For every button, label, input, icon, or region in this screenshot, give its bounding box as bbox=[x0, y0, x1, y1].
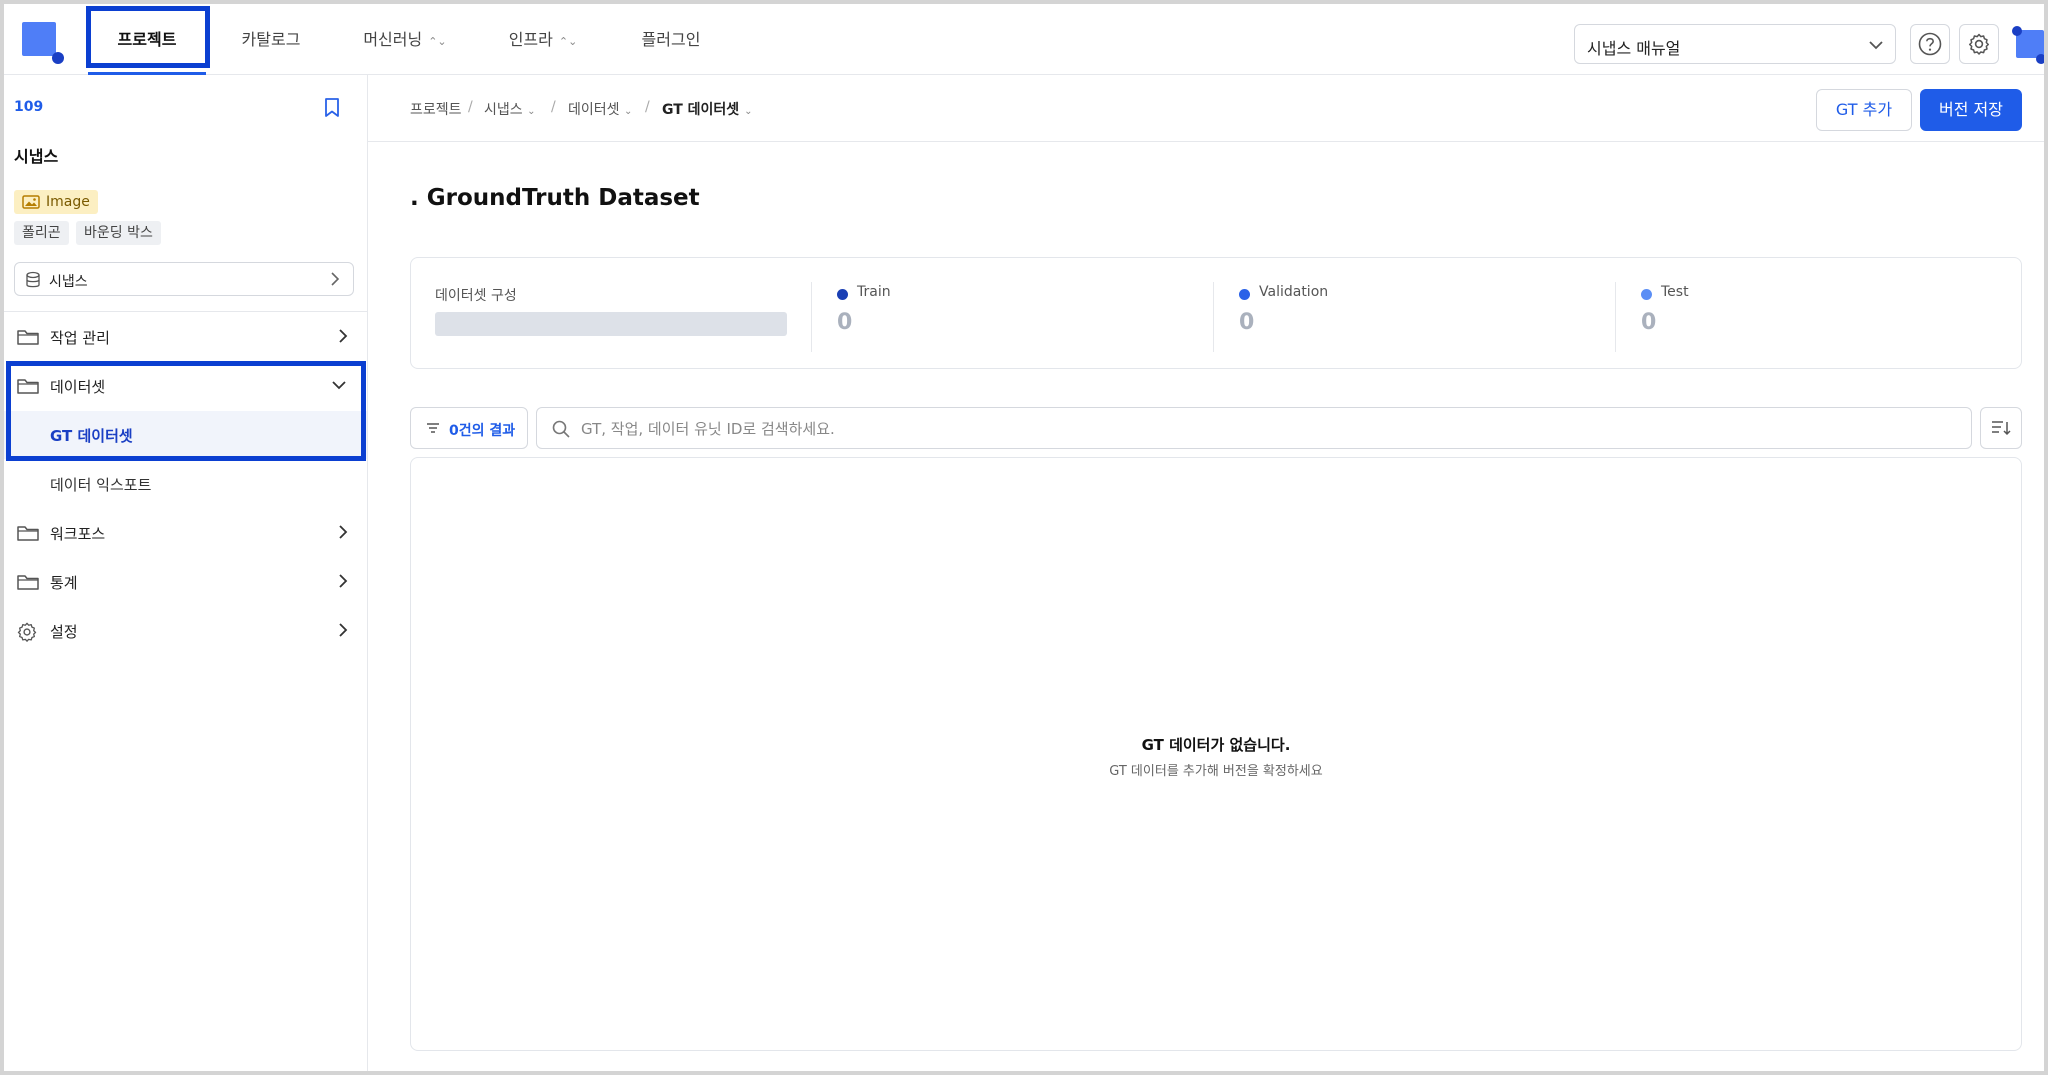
avatar[interactable] bbox=[2012, 26, 2044, 64]
sidebar-item-task-management[interactable]: 작업 관리 bbox=[4, 313, 367, 361]
validation-dot bbox=[1239, 289, 1250, 300]
sidebar-item-dataset[interactable]: 데이터셋 bbox=[4, 362, 367, 410]
tab-catalog[interactable]: 카탈로그 bbox=[226, 4, 316, 75]
folder-icon bbox=[16, 523, 40, 547]
train-dot bbox=[837, 289, 848, 300]
database-icon bbox=[25, 271, 41, 293]
tag-bounding-box: 바운딩 박스 bbox=[76, 221, 161, 245]
breadcrumb-project[interactable]: 프로젝트 bbox=[410, 99, 462, 119]
chevron-down-icon: ⌄ bbox=[623, 106, 633, 117]
test-value: 0 bbox=[1641, 310, 1657, 335]
chevron-right-icon bbox=[337, 570, 349, 597]
sidebar-subitem-data-export[interactable]: 데이터 익스포트 bbox=[4, 460, 367, 508]
add-gt-button[interactable]: GT 추가 bbox=[1816, 89, 1912, 131]
validation-label: Validation bbox=[1259, 284, 1329, 300]
search-input[interactable] bbox=[581, 416, 1941, 442]
dataset-stats-card: 데이터셋 구성 Train 0 Validation 0 Test 0 bbox=[410, 257, 2022, 369]
bookmark-icon[interactable] bbox=[322, 97, 342, 123]
project-name: 시냅스 bbox=[14, 147, 59, 166]
chevron-updown-icon: ⌃⌄ bbox=[428, 35, 447, 48]
image-icon bbox=[22, 195, 40, 209]
chevron-right-icon bbox=[337, 521, 349, 548]
breadcrumb-dataset[interactable]: 데이터셋 ⌄ bbox=[568, 99, 632, 119]
chevron-right-icon bbox=[337, 619, 349, 646]
sidebar-item-settings[interactable]: 설정 bbox=[4, 607, 367, 655]
help-button[interactable] bbox=[1910, 24, 1950, 64]
train-label: Train bbox=[857, 284, 891, 300]
page-title: . GroundTruth Dataset bbox=[410, 185, 700, 211]
breadcrumb: 프로젝트 / 시냅스 ⌄ / 데이터셋 ⌄ / GT 데이터셋 ⌄ GT 추가 … bbox=[368, 75, 2044, 142]
train-value: 0 bbox=[837, 310, 853, 335]
filter-icon bbox=[425, 420, 441, 440]
chevron-down-icon: ⌄ bbox=[744, 106, 753, 117]
top-navigation: 프로젝트 카탈로그 머신러닝 ⌃⌄ 인프라 ⌃⌄ 플러그인 시냅스 매뉴얼 bbox=[4, 4, 2044, 75]
data-type-badge: Image bbox=[14, 190, 98, 214]
sort-button[interactable] bbox=[1980, 407, 2022, 449]
tab-plugin[interactable]: 플러그인 bbox=[626, 4, 716, 75]
tab-machine-learning[interactable]: 머신러닝 ⌃⌄ bbox=[350, 4, 460, 75]
help-icon bbox=[1918, 32, 1942, 56]
empty-state-subtitle: GT 데이터를 추가해 버전을 확정하세요 bbox=[1109, 764, 1323, 779]
save-version-button[interactable]: 버전 저장 bbox=[1920, 89, 2022, 131]
app-window: 프로젝트 카탈로그 머신러닝 ⌃⌄ 인프라 ⌃⌄ 플러그인 시냅스 매뉴얼 10… bbox=[0, 0, 2048, 1075]
validation-value: 0 bbox=[1239, 310, 1255, 335]
chevron-down-icon bbox=[1867, 31, 1885, 64]
chevron-right-icon bbox=[329, 269, 341, 293]
search-field[interactable] bbox=[536, 407, 1972, 449]
tag-polygon: 폴리곤 bbox=[14, 221, 69, 245]
sidebar: 109 시냅스 Image 폴리곤 바운딩 박스 시냅스 작업 관리 데이터셋 … bbox=[4, 75, 368, 1071]
chevron-down-icon bbox=[329, 374, 349, 401]
chevron-right-icon bbox=[337, 325, 349, 352]
composition-bar bbox=[435, 312, 787, 336]
chevron-down-icon: ⌄ bbox=[527, 106, 536, 117]
filter-button[interactable]: 0건의 결과 bbox=[410, 407, 528, 449]
test-label: Test bbox=[1661, 284, 1689, 300]
composition-label: 데이터셋 구성 bbox=[435, 288, 517, 304]
sidebar-item-workforce[interactable]: 워크포스 bbox=[4, 509, 367, 557]
divider bbox=[4, 311, 367, 312]
test-dot bbox=[1641, 289, 1652, 300]
gear-icon bbox=[16, 621, 38, 647]
tab-infra[interactable]: 인프라 ⌃⌄ bbox=[498, 4, 588, 75]
sidebar-item-statistics[interactable]: 통계 bbox=[4, 558, 367, 606]
gear-icon bbox=[1968, 33, 1990, 55]
manual-select[interactable]: 시냅스 매뉴얼 bbox=[1574, 24, 1896, 64]
project-id: 109 bbox=[14, 99, 44, 115]
main-content: 프로젝트 / 시냅스 ⌄ / 데이터셋 ⌄ / GT 데이터셋 ⌄ GT 추가 … bbox=[368, 75, 2044, 1071]
chevron-updown-icon: ⌃⌄ bbox=[558, 35, 578, 48]
breadcrumb-gt-dataset[interactable]: GT 데이터셋 ⌄ bbox=[662, 99, 752, 119]
sort-icon bbox=[1992, 421, 2011, 436]
empty-state-title: GT 데이터가 없습니다. bbox=[1141, 736, 1291, 754]
folder-icon bbox=[16, 572, 40, 596]
search-icon bbox=[551, 419, 571, 443]
folder-icon bbox=[16, 376, 40, 400]
app-logo[interactable] bbox=[22, 22, 66, 66]
settings-button[interactable] bbox=[1959, 24, 1999, 64]
folder-icon bbox=[16, 327, 40, 351]
dataset-select[interactable]: 시냅스 bbox=[14, 262, 354, 296]
breadcrumb-synapse[interactable]: 시냅스 ⌄ bbox=[484, 99, 535, 119]
sidebar-subitem-gt-dataset[interactable]: GT 데이터셋 bbox=[4, 411, 367, 459]
tab-project[interactable]: 프로젝트 bbox=[88, 4, 206, 75]
gt-data-list: GT 데이터가 없습니다. GT 데이터를 추가해 버전을 확정하세요 bbox=[410, 457, 2022, 1051]
